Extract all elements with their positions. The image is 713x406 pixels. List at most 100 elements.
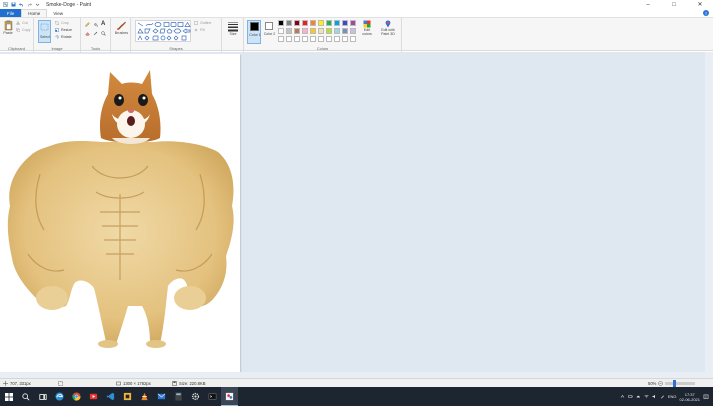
taskbar-app-files[interactable] [119, 387, 136, 406]
color1-button[interactable]: Color 1 [247, 20, 261, 44]
close-button[interactable]: ✕ [687, 0, 713, 9]
crop-label: Crop [61, 21, 69, 25]
palette-swatch[interactable] [310, 20, 316, 26]
palette-swatch[interactable] [294, 28, 300, 34]
tab-home[interactable]: Home [21, 9, 48, 17]
wifi-icon[interactable] [644, 394, 649, 399]
chevron-up-icon[interactable] [620, 394, 625, 399]
cut-button[interactable]: Cut [16, 21, 28, 25]
canvas-workspace[interactable] [0, 52, 713, 378]
size-button[interactable]: Size [226, 20, 240, 36]
save-icon[interactable] [11, 2, 16, 7]
edit-colors-button[interactable]: Edit colors [359, 20, 375, 44]
zoom-control: 50% [648, 379, 696, 387]
zoom-slider-thumb[interactable] [673, 379, 677, 387]
taskbar-app-edge[interactable] [51, 387, 68, 406]
palette-swatch[interactable] [286, 36, 292, 42]
taskbar-app-calculator[interactable] [170, 387, 187, 406]
paste-button[interactable]: Paste [2, 20, 14, 35]
pencil-icon[interactable] [85, 22, 90, 27]
resize-button[interactable]: Resize [55, 28, 72, 32]
palette-swatch[interactable] [334, 20, 340, 26]
taskbar-app-video[interactable] [85, 387, 102, 406]
palette-swatch[interactable] [302, 20, 308, 26]
palette-swatch[interactable] [326, 20, 332, 26]
palette-swatch[interactable] [310, 36, 316, 42]
undo-icon[interactable] [19, 2, 24, 7]
outline-dropdown[interactable]: Outline [194, 21, 211, 25]
taskbar-clock[interactable]: 17:37 02-06-2021 [680, 392, 700, 402]
palette-swatch[interactable] [278, 36, 284, 42]
chrome-icon [72, 392, 81, 401]
palette-swatch[interactable] [342, 20, 348, 26]
taskbar-app-vscode[interactable] [102, 387, 119, 406]
palette-swatch[interactable] [278, 20, 284, 26]
color2-button[interactable]: Color 2 [263, 20, 276, 44]
palette-swatch[interactable] [334, 28, 340, 34]
title-bar: Smoke-Doge - Paint – □ ✕ [0, 0, 713, 9]
maximize-button[interactable]: □ [661, 0, 687, 9]
start-button[interactable] [0, 387, 17, 406]
palette-swatch[interactable] [334, 36, 340, 42]
onedrive-icon[interactable] [636, 394, 641, 399]
palette-swatch[interactable] [310, 28, 316, 34]
palette-swatch[interactable] [342, 28, 348, 34]
palette-swatch[interactable] [286, 20, 292, 26]
palette-swatch[interactable] [294, 20, 300, 26]
palette-swatch[interactable] [326, 36, 332, 42]
tab-file[interactable]: File [0, 9, 22, 17]
palette-swatch[interactable] [278, 28, 284, 34]
palette-swatch[interactable] [342, 36, 348, 42]
shapes-gallery[interactable] [135, 20, 191, 42]
fill-bucket-icon[interactable] [93, 22, 98, 27]
text-tool-icon[interactable]: A [101, 21, 105, 27]
taskbar-app-terminal[interactable] [204, 387, 221, 406]
paint3d-icon [385, 20, 391, 28]
taskbar-app-mail[interactable] [153, 387, 170, 406]
palette-swatch[interactable] [318, 36, 324, 42]
help-icon[interactable]: ? [703, 10, 709, 16]
vertical-scrollbar[interactable] [705, 52, 713, 378]
drawing-canvas[interactable] [0, 54, 240, 376]
taskbar-app-paint[interactable] [221, 387, 238, 406]
copy-button[interactable]: Copy [16, 28, 30, 32]
taskbar-app-chrome[interactable] [68, 387, 85, 406]
volume-icon[interactable] [652, 394, 657, 399]
palette-swatch[interactable] [350, 20, 356, 26]
palette-swatch[interactable] [326, 28, 332, 34]
color-picker-icon[interactable] [93, 31, 98, 36]
minimize-button[interactable]: – [635, 0, 661, 9]
battery-icon[interactable] [628, 394, 633, 399]
palette-swatch[interactable] [350, 36, 356, 42]
zoom-slider[interactable] [665, 379, 696, 387]
brushes-button[interactable]: Brushes [114, 20, 129, 35]
outline-label: Outline [200, 21, 212, 25]
disk-icon [172, 380, 177, 386]
fill-dropdown[interactable]: Fill [194, 28, 205, 32]
crop-button[interactable]: Crop [55, 21, 69, 25]
rotate-button[interactable]: Rotate [55, 35, 72, 39]
palette-swatch[interactable] [286, 28, 292, 34]
taskbar-app-settings[interactable] [187, 387, 204, 406]
palette-swatch[interactable] [302, 28, 308, 34]
customize-qat-icon[interactable] [35, 2, 40, 7]
redo-icon[interactable] [27, 2, 32, 7]
edit-with-paint3d-button[interactable]: Edit with Paint 3D [377, 20, 399, 44]
palette-swatch[interactable] [318, 28, 324, 34]
magnifier-icon[interactable] [101, 31, 106, 36]
select-button[interactable]: Select [38, 20, 51, 43]
crop-icon [55, 21, 59, 25]
palette-swatch[interactable] [350, 28, 356, 34]
tab-view[interactable]: View [47, 9, 69, 17]
eraser-icon[interactable] [85, 31, 90, 36]
pen-workspace-icon[interactable] [660, 394, 665, 399]
taskbar-app-vlc[interactable] [136, 387, 153, 406]
notifications-icon[interactable] [703, 394, 709, 400]
palette-swatch[interactable] [302, 36, 308, 42]
language-indicator[interactable]: ENG [668, 394, 677, 399]
task-view-button[interactable] [34, 387, 51, 406]
zoom-out-icon[interactable] [658, 380, 664, 386]
taskbar-search[interactable] [17, 387, 34, 406]
palette-swatch[interactable] [318, 20, 324, 26]
palette-swatch[interactable] [294, 36, 300, 42]
